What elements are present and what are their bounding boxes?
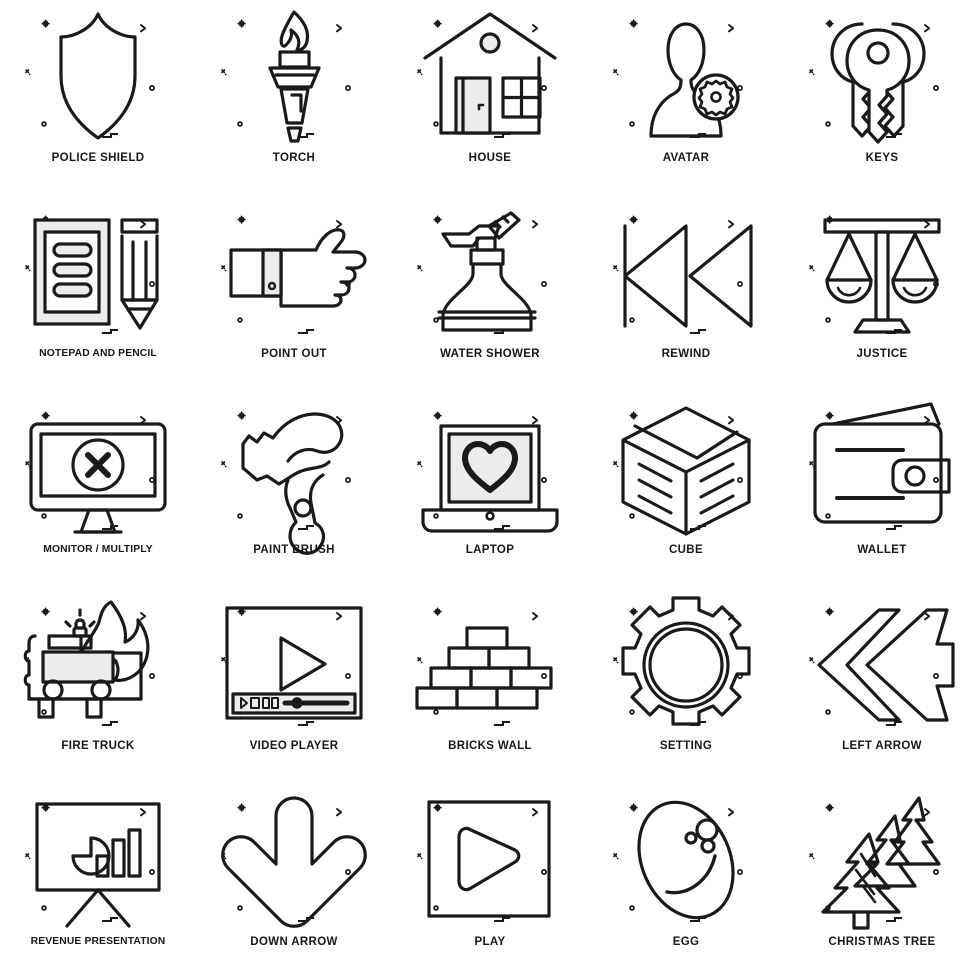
icon-label-monitor-multiply: MONITOR / MULTIPLY [43, 544, 153, 555]
icon-label-torch: TORCH [272, 152, 316, 164]
video-player-icon [219, 594, 369, 736]
icon-label-rewind: REWIND [661, 348, 711, 360]
icon-label-bricks-wall: BRICKS WALL [448, 740, 532, 752]
icon-cell-fire-truck[interactable]: FIRE TRUCK [0, 588, 196, 784]
icon-label-cube: CUBE [669, 544, 703, 556]
icon-cell-avatar[interactable]: AVATAR [588, 0, 784, 196]
icon-cell-paint-brush[interactable]: PAINT BRUSH [196, 392, 392, 588]
egg-icon [611, 790, 761, 932]
icon-label-left-arrow: LEFT ARROW [842, 740, 922, 752]
police-shield-icon [23, 6, 173, 148]
pointing-hand-icon [219, 202, 369, 344]
icon-cell-wallet[interactable]: WALLET [784, 392, 980, 588]
icon-label-christmas-tree: CHRISTMAS TREE [828, 936, 936, 948]
house-icon [415, 6, 565, 148]
icon-label-paint-brush: PAINT BRUSH [253, 544, 335, 556]
icon-cell-rewind[interactable]: REWIND [588, 196, 784, 392]
icon-label-avatar: AVATAR [662, 152, 710, 164]
left-arrow-icon [807, 594, 957, 736]
torch-icon [219, 6, 369, 148]
wallet-icon [807, 398, 957, 540]
icon-label-laptop: LAPTOP [465, 544, 515, 556]
icon-label-revenue-presentation: REVENUE PRESENTATION [30, 936, 166, 947]
icon-label-keys: KEYS [865, 152, 899, 164]
icon-cell-revenue-presentation[interactable]: REVENUE PRESENTATION [0, 784, 196, 980]
icon-cell-monitor-multiply[interactable]: MONITOR / MULTIPLY [0, 392, 196, 588]
icon-label-point-out: POINT OUT [261, 348, 327, 360]
keys-icon [807, 6, 957, 148]
icon-label-egg: EGG [672, 936, 700, 948]
icon-cell-christmas-tree[interactable]: CHRISTMAS TREE [784, 784, 980, 980]
icon-label-fire-truck: FIRE TRUCK [61, 740, 135, 752]
icon-label-water-shower: WATER SHOWER [440, 348, 540, 360]
avatar-icon [611, 6, 761, 148]
paint-roller-icon [219, 398, 369, 555]
icon-label-police-shield: POLICE SHIELD [51, 152, 145, 164]
bricks-wall-icon [415, 594, 565, 736]
icon-cell-down-arrow[interactable]: DOWN ARROW [196, 784, 392, 980]
icon-label-setting: SETTING [659, 740, 713, 752]
icon-cell-cube[interactable]: CUBE [588, 392, 784, 588]
christmas-tree-icon [807, 790, 957, 932]
notepad-and-pencil-icon [23, 202, 173, 344]
gear-icon [611, 594, 761, 736]
presentation-chart-icon [23, 790, 173, 932]
play-button-icon [415, 790, 565, 932]
icon-label-notepad-and-pencil: NOTEPAD AND PENCIL [39, 348, 157, 359]
monitor-multiply-icon [23, 398, 173, 540]
icon-cell-point-out[interactable]: POINT OUT [196, 196, 392, 392]
icon-cell-notepad-and-pencil[interactable]: NOTEPAD AND PENCIL [0, 196, 196, 392]
icon-label-house: HOUSE [468, 152, 512, 164]
icon-cell-laptop[interactable]: LAPTOP [392, 392, 588, 588]
icon-label-play: PLAY [474, 936, 506, 948]
icon-cell-setting[interactable]: SETTING [588, 588, 784, 784]
icon-label-wallet: WALLET [857, 544, 907, 556]
icon-label-justice: JUSTICE [856, 348, 908, 360]
icon-cell-bricks-wall[interactable]: BRICKS WALL [392, 588, 588, 784]
icon-cell-police-shield[interactable]: POLICE SHIELD [0, 0, 196, 196]
icon-cell-left-arrow[interactable]: LEFT ARROW [784, 588, 980, 784]
icon-cell-egg[interactable]: EGG [588, 784, 784, 980]
icon-cell-justice[interactable]: JUSTICE [784, 196, 980, 392]
rewind-icon [611, 202, 761, 344]
scales-of-justice-icon [807, 202, 957, 344]
fire-truck-icon [23, 594, 173, 736]
icon-label-down-arrow: DOWN ARROW [250, 936, 338, 948]
icon-cell-play[interactable]: PLAY [392, 784, 588, 980]
spray-bottle-icon [415, 202, 565, 344]
icon-cell-torch[interactable]: TORCH [196, 0, 392, 196]
icon-grid: POLICE SHIELD TORCH HOUSE AVATAR KEYS NOTEPAD… [0, 0, 980, 980]
icon-cell-video-player[interactable]: VIDEO PLAYER [196, 588, 392, 784]
icon-cell-water-shower[interactable]: WATER SHOWER [392, 196, 588, 392]
down-arrow-icon [219, 790, 369, 932]
cube-icon [611, 398, 761, 540]
icon-label-video-player: VIDEO PLAYER [249, 740, 339, 752]
icon-cell-house[interactable]: HOUSE [392, 0, 588, 196]
laptop-heart-icon [415, 398, 565, 540]
icon-cell-keys[interactable]: KEYS [784, 0, 980, 196]
